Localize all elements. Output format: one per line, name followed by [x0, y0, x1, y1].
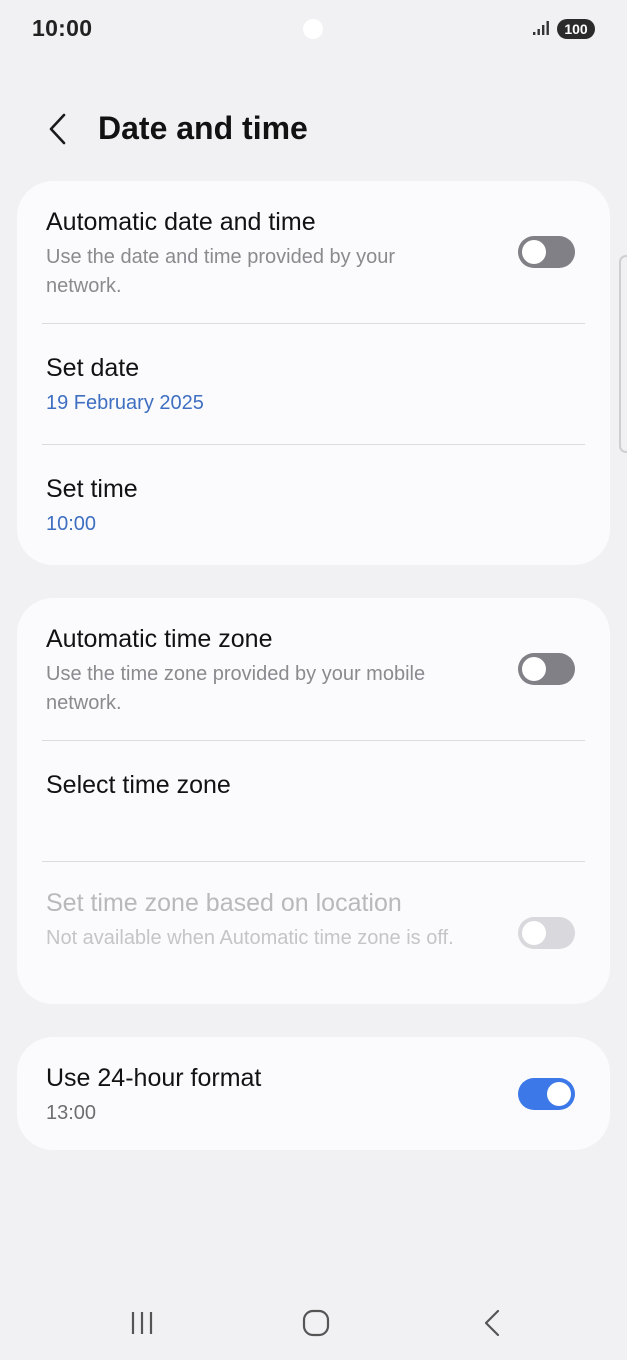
navigation-bar [0, 1290, 627, 1360]
automatic-time-zone-row[interactable]: Automatic time zone Use the time zone pr… [17, 598, 610, 740]
toggle-knob [522, 240, 546, 264]
status-time: 10:00 [32, 15, 93, 41]
select-time-zone-row[interactable]: Select time zone [17, 741, 610, 861]
signal-bars-icon [533, 21, 549, 35]
automatic-date-time-row[interactable]: Automatic date and time Use the date and… [17, 181, 610, 323]
toggle-knob [522, 657, 546, 681]
location-time-zone-row: Set time zone based on location Not avai… [17, 862, 610, 1004]
automatic-date-time-toggle[interactable] [518, 236, 575, 268]
home-icon [302, 1309, 330, 1337]
location-time-zone-toggle [518, 917, 575, 949]
date-time-card: Automatic date and time Use the date and… [17, 181, 610, 565]
use-24-hour-toggle[interactable] [518, 1078, 575, 1110]
automatic-time-zone-toggle[interactable] [518, 653, 575, 685]
set-date-title: Set date [46, 354, 140, 382]
use-24-hour-title: Use 24-hour format [46, 1064, 262, 1092]
home-button[interactable] [296, 1306, 336, 1340]
automatic-time-zone-subtitle: Use the time zone provided by your mobil… [46, 663, 426, 714]
automatic-date-time-title: Automatic date and time [46, 208, 316, 236]
battery-badge: 100 [557, 19, 595, 39]
edge-panel-handle[interactable] [619, 255, 627, 453]
app-bar: Date and time [0, 95, 627, 165]
back-button[interactable] [36, 107, 80, 151]
set-time-value: 10:00 [46, 513, 97, 535]
use-24-hour-row[interactable]: Use 24-hour format 13:00 [17, 1037, 610, 1150]
set-time-row[interactable]: Set time 10:00 [17, 445, 610, 565]
page-title: Date and time [98, 110, 308, 146]
time-zone-card: Automatic time zone Use the time zone pr… [17, 598, 610, 1004]
automatic-date-time-subtitle: Use the date and time provided by your n… [46, 246, 396, 297]
nav-back-button[interactable] [472, 1306, 512, 1340]
set-date-row[interactable]: Set date 19 February 2025 [17, 324, 610, 444]
toggle-knob [547, 1082, 571, 1106]
set-date-value: 19 February 2025 [46, 392, 204, 414]
hour-format-card: Use 24-hour format 13:00 [17, 1037, 610, 1150]
recents-icon [131, 1312, 153, 1334]
location-time-zone-title: Set time zone based on location [46, 889, 402, 917]
toggle-knob [522, 921, 546, 945]
recents-button[interactable] [122, 1306, 162, 1340]
chevron-left-icon [49, 113, 66, 145]
nav-back-icon [484, 1309, 500, 1337]
camera-cutout [303, 19, 323, 39]
automatic-time-zone-title: Automatic time zone [46, 625, 273, 653]
use-24-hour-example: 13:00 [46, 1102, 97, 1124]
set-time-title: Set time [46, 475, 138, 503]
status-bar: 10:00 100 [0, 0, 627, 58]
select-time-zone-title: Select time zone [46, 771, 231, 799]
location-time-zone-subtitle: Not available when Automatic time zone i… [46, 927, 454, 949]
